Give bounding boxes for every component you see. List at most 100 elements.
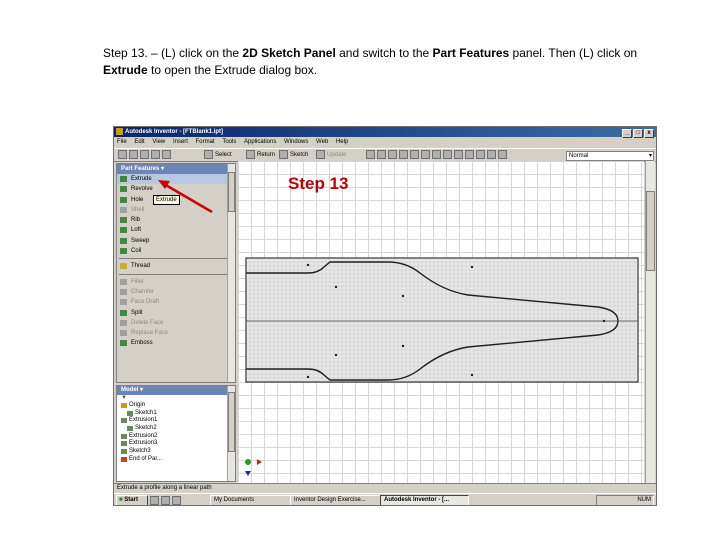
email-icon[interactable] bbox=[172, 496, 181, 505]
instruction-bold: 2D Sketch Panel bbox=[242, 46, 336, 60]
tree-item-extrusion3[interactable]: Extrusion3 bbox=[117, 440, 235, 448]
thread-icon bbox=[120, 263, 127, 270]
panel-scroll-thumb[interactable] bbox=[228, 172, 235, 212]
task-my-documents[interactable]: My Documents bbox=[210, 495, 291, 505]
panel-item-thread[interactable]: Thread bbox=[117, 261, 235, 271]
menu-tools[interactable]: Tools bbox=[222, 139, 236, 145]
show-desktop-icon[interactable] bbox=[150, 496, 159, 505]
close-button[interactable]: x bbox=[644, 129, 654, 138]
tree-item-origin[interactable]: Origin bbox=[117, 402, 235, 410]
tree-item-sketch3[interactable]: Sketch3 bbox=[117, 448, 235, 456]
redo-icon[interactable] bbox=[162, 150, 171, 159]
tree-item-sketch1[interactable]: Sketch1 bbox=[117, 410, 235, 418]
panel-item-emboss[interactable]: Emboss bbox=[117, 338, 235, 348]
zoom-all-icon[interactable] bbox=[366, 150, 375, 159]
instruction-text: Step 13. – (L) click on the 2D Sketch Pa… bbox=[103, 45, 663, 79]
panel-item-label: Fillet bbox=[131, 278, 144, 285]
browser-scrollbar[interactable] bbox=[227, 386, 235, 481]
zoom-window-icon[interactable] bbox=[377, 150, 386, 159]
menu-file[interactable]: File bbox=[117, 139, 127, 145]
step-label: Step 13 bbox=[288, 174, 349, 193]
panel-item-label: Face Draft bbox=[131, 299, 160, 306]
save-icon[interactable] bbox=[140, 150, 149, 159]
new-icon[interactable] bbox=[118, 150, 127, 159]
sketch-point bbox=[470, 265, 474, 269]
tree-item-label: Sketch3 bbox=[129, 448, 151, 455]
menu-windows[interactable]: Windows bbox=[284, 139, 308, 145]
work-plane-icon[interactable] bbox=[465, 150, 474, 159]
menu-view[interactable]: View bbox=[152, 139, 165, 145]
look-at-icon[interactable] bbox=[432, 150, 441, 159]
sketch-geometry bbox=[245, 257, 639, 476]
tree-item-extrusion2[interactable]: Extrusion2 bbox=[117, 433, 235, 441]
browser-icon[interactable] bbox=[161, 496, 170, 505]
tree-item-label: Sketch1 bbox=[135, 409, 157, 416]
camera-icon[interactable] bbox=[454, 150, 463, 159]
maximize-button[interactable]: □ bbox=[633, 129, 643, 138]
panel-item-replace-face[interactable]: Replace Face bbox=[117, 328, 235, 338]
open-icon[interactable] bbox=[129, 150, 138, 159]
panel-header[interactable]: Part Features ▾ bbox=[117, 164, 235, 174]
replace-face-icon bbox=[120, 330, 127, 337]
panel-item-chamfer[interactable]: Chamfer bbox=[117, 287, 235, 297]
menu-format[interactable]: Format bbox=[196, 139, 215, 145]
menu-applications[interactable]: Applications bbox=[244, 139, 276, 145]
extrude-tooltip: Extrude bbox=[153, 195, 180, 205]
panel-item-fillet[interactable]: Fillet bbox=[117, 277, 235, 287]
color-dropdown[interactable]: Normal ▾ bbox=[566, 151, 654, 161]
browser-scroll-thumb[interactable] bbox=[228, 392, 235, 452]
panel-item-rib[interactable]: Rib bbox=[117, 215, 235, 225]
3d-indicator-icon bbox=[245, 459, 262, 476]
return-tool[interactable]: Return bbox=[246, 150, 275, 159]
rotate-icon[interactable] bbox=[421, 150, 430, 159]
select-tool[interactable]: Select bbox=[204, 150, 232, 159]
return-label: Return bbox=[257, 152, 276, 159]
sketch-icon bbox=[279, 150, 288, 159]
shaded-display-icon[interactable] bbox=[443, 150, 452, 159]
graphics-scrollbar[interactable] bbox=[645, 161, 655, 483]
minimize-button[interactable]: _ bbox=[622, 129, 632, 138]
face-draft-icon bbox=[120, 299, 127, 306]
work-point-icon[interactable] bbox=[487, 150, 496, 159]
return-icon bbox=[246, 150, 255, 159]
menu-help[interactable]: Help bbox=[336, 139, 348, 145]
inventor-app-icon bbox=[116, 128, 123, 135]
panel-item-label: Loft bbox=[131, 227, 142, 234]
update-tool[interactable]: Update bbox=[316, 150, 346, 159]
menu-web[interactable]: Web bbox=[316, 139, 328, 145]
panel-item-shell[interactable]: Shell bbox=[117, 205, 235, 215]
panel-item-revolve[interactable]: Revolve bbox=[117, 184, 235, 194]
panel-item-coil[interactable]: Coil bbox=[117, 246, 235, 256]
panel-item-sweep[interactable]: Sweep bbox=[117, 236, 235, 246]
panel-item-loft[interactable]: Loft bbox=[117, 225, 235, 235]
panel-item-split[interactable]: Split bbox=[117, 308, 235, 318]
menu-insert[interactable]: Insert bbox=[173, 139, 188, 145]
update-icon bbox=[316, 150, 325, 159]
panel-item-extrude[interactable]: Extrude bbox=[117, 174, 235, 185]
panel-scrollbar[interactable] bbox=[227, 164, 235, 382]
task-autodesk-inventor[interactable]: Autodesk Inventor - [... bbox=[380, 495, 469, 505]
panel-item-delete-face[interactable]: Delete Face bbox=[117, 318, 235, 328]
start-button[interactable]: ■ Start bbox=[116, 495, 148, 505]
undo-icon[interactable] bbox=[151, 150, 160, 159]
task-inventor-design-exercise[interactable]: Inventor Design Exercise... bbox=[290, 495, 381, 505]
sketch-tool[interactable]: Sketch bbox=[279, 150, 308, 159]
graphics-window[interactable] bbox=[238, 161, 644, 483]
tree-item-sketch2[interactable]: Sketch2 bbox=[117, 425, 235, 433]
work-axis-icon[interactable] bbox=[476, 150, 485, 159]
window-controls: _ □ x bbox=[621, 128, 654, 138]
tree-item-end-of-part[interactable]: End of Par... bbox=[117, 456, 235, 464]
panel-item-face-draft[interactable]: Face Draft bbox=[117, 297, 235, 307]
extrude-icon bbox=[120, 176, 127, 182]
filter-icon[interactable]: ▼ bbox=[117, 395, 235, 402]
browser-header[interactable]: Model ▾ bbox=[117, 386, 235, 395]
ucs-icon[interactable] bbox=[498, 150, 507, 159]
zoom-icon[interactable] bbox=[388, 150, 397, 159]
extrusion-icon bbox=[121, 433, 127, 439]
zoom-selected-icon[interactable] bbox=[410, 150, 419, 159]
graphics-scroll-thumb[interactable] bbox=[646, 191, 655, 271]
extrusion-icon bbox=[121, 418, 127, 424]
menu-edit[interactable]: Edit bbox=[134, 139, 144, 145]
tree-item-extrusion1[interactable]: Extrusion1 bbox=[117, 417, 235, 425]
pan-icon[interactable] bbox=[399, 150, 408, 159]
